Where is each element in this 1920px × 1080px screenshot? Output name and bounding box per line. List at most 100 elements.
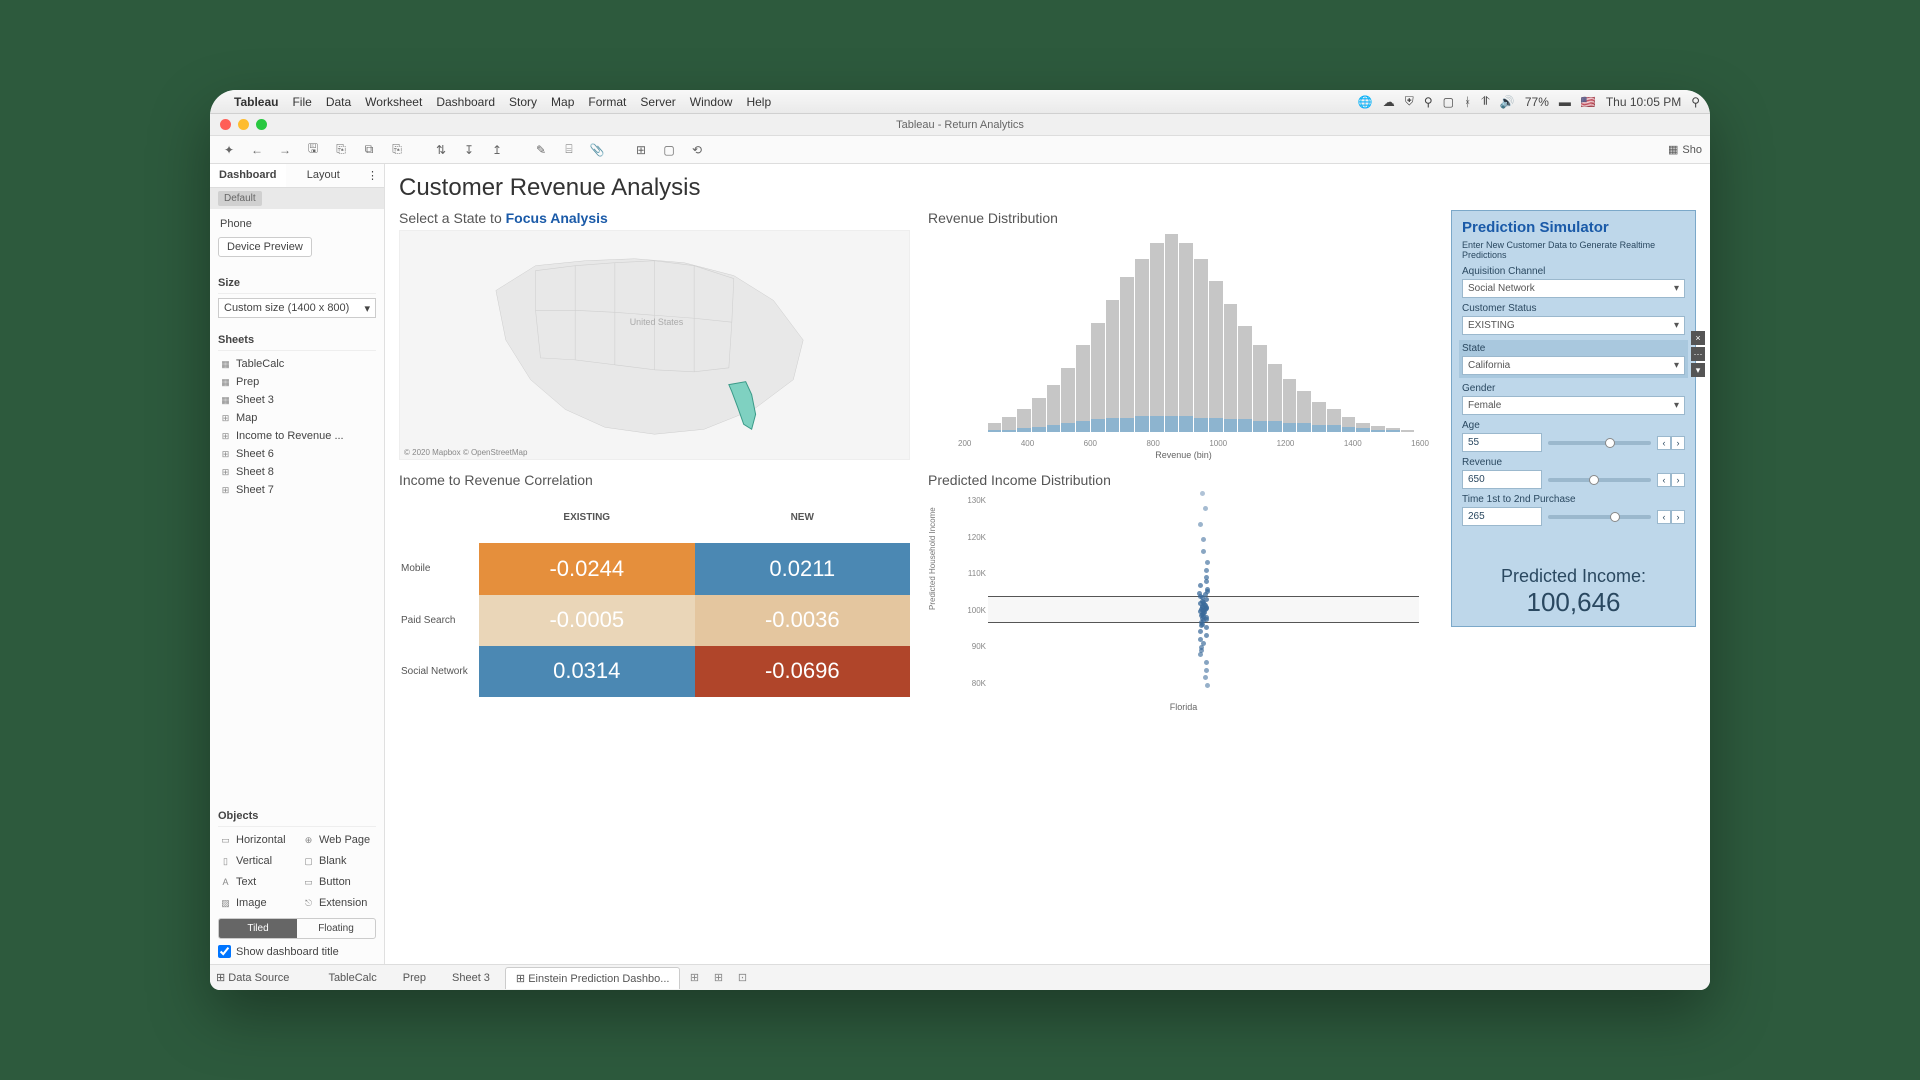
sheet-tab-active[interactable]: ⊞ Einstein Prediction Dashbo... (505, 967, 681, 989)
flag-icon[interactable]: 🇺🇸 (1581, 95, 1596, 109)
correlation-heatmap[interactable]: EXISTINGNEWMobile-0.02440.0211Paid Searc… (399, 492, 910, 697)
sidebar-tab-dashboard[interactable]: Dashboard (210, 164, 286, 187)
panel-close-icon[interactable]: × (1691, 331, 1705, 345)
app-name[interactable]: Tableau (234, 95, 278, 109)
sheet-item[interactable]: ⊞Sheet 7 (218, 481, 376, 499)
size-select[interactable]: Custom size (1400 x 800) ▾ (218, 298, 376, 318)
menu-worksheet[interactable]: Worksheet (365, 95, 422, 109)
sheet-item[interactable]: ▦Sheet 3 (218, 391, 376, 409)
layout-tiled-toggle[interactable]: Tiled (219, 919, 297, 938)
device-preview-button[interactable]: Device Preview (218, 237, 312, 257)
panel-options-icon[interactable]: ⋯ (1691, 347, 1705, 361)
refresh-button[interactable]: ⟲ (686, 140, 708, 160)
menu-map[interactable]: Map (551, 95, 574, 109)
panel-dropdown-icon[interactable]: ▾ (1691, 363, 1705, 377)
sheet-item[interactable]: ⊞Income to Revenue ... (218, 427, 376, 445)
menu-file[interactable]: File (292, 95, 311, 109)
age-decrement[interactable]: ‹ (1657, 436, 1671, 450)
new-dashboard-icon[interactable]: ⊞ (708, 969, 728, 987)
display-icon[interactable]: ▢ (1443, 95, 1454, 109)
volume-icon[interactable]: 🔊 (1500, 95, 1515, 109)
device-phone[interactable]: Phone (218, 215, 376, 233)
sheet-tab[interactable]: Sheet 3 (441, 967, 501, 988)
time-increment[interactable]: › (1671, 510, 1685, 524)
back-button[interactable]: ← (246, 140, 268, 160)
menu-dashboard[interactable]: Dashboard (436, 95, 495, 109)
menu-data[interactable]: Data (326, 95, 351, 109)
object-image[interactable]: ▨Image (218, 894, 293, 912)
age-increment[interactable]: › (1671, 436, 1685, 450)
group-button[interactable]: ⌸ (558, 140, 580, 160)
object-button[interactable]: ▭Button (301, 873, 376, 891)
new-sheet-button[interactable]: ⧉ (358, 140, 380, 160)
new-worksheet-icon[interactable]: ⊞ (684, 969, 704, 987)
sheet-item[interactable]: ⊞Sheet 6 (218, 445, 376, 463)
time-input[interactable]: 265 (1462, 507, 1542, 526)
revenue-increment[interactable]: › (1671, 473, 1685, 487)
sort-desc-button[interactable]: ↥ (486, 140, 508, 160)
layout-floating-toggle[interactable]: Floating (297, 919, 375, 938)
zoom-window-button[interactable] (256, 119, 267, 130)
object-extension[interactable]: ⎋Extension (301, 894, 376, 912)
tableau-logo-icon[interactable]: ✦ (218, 140, 240, 160)
duplicate-button[interactable]: ⎘ (386, 140, 408, 160)
new-story-icon[interactable]: ⊡ (732, 969, 752, 987)
object-blank[interactable]: ▢Blank (301, 852, 376, 870)
menu-window[interactable]: Window (690, 95, 733, 109)
attach-button[interactable]: 📎 (586, 140, 608, 160)
cloud-icon[interactable]: ☁ (1383, 95, 1395, 109)
object-webpage[interactable]: ⊕Web Page (301, 831, 376, 849)
show-title-checkbox[interactable]: Show dashboard title (218, 945, 376, 958)
swap-button[interactable]: ⇅ (430, 140, 452, 160)
menu-server[interactable]: Server (640, 95, 675, 109)
clock[interactable]: Thu 10:05 PM (1606, 95, 1681, 109)
customer-status-select[interactable]: EXISTING▾ (1462, 316, 1685, 335)
state-select[interactable]: California▾ (1462, 356, 1685, 375)
close-window-button[interactable] (220, 119, 231, 130)
income-scatter[interactable]: Predicted Household Income 130K 120K 110… (928, 492, 1439, 712)
gender-select[interactable]: Female▾ (1462, 396, 1685, 415)
sidebar-tab-layout[interactable]: Layout (286, 164, 362, 187)
shield-icon[interactable]: ⛨ (1405, 94, 1414, 109)
sheet-item[interactable]: ⊞Sheet 8 (218, 463, 376, 481)
object-horizontal[interactable]: ▭Horizontal (218, 831, 293, 849)
time-decrement[interactable]: ‹ (1657, 510, 1671, 524)
menu-help[interactable]: Help (746, 95, 771, 109)
sheet-item[interactable]: ▦Prep (218, 373, 376, 391)
object-text[interactable]: AText (218, 873, 293, 891)
new-data-button[interactable]: ⎘ (330, 140, 352, 160)
sheet-item[interactable]: ⊞Map (218, 409, 376, 427)
age-slider[interactable] (1548, 441, 1651, 445)
object-vertical[interactable]: ▯Vertical (218, 852, 293, 870)
data-source-tab[interactable]: ⊞ Data Source (216, 971, 289, 984)
highlight-button[interactable]: ✎ (530, 140, 552, 160)
menu-format[interactable]: Format (588, 95, 626, 109)
acquisition-channel-select[interactable]: Social Network▾ (1462, 279, 1685, 298)
device-default[interactable]: Default (218, 191, 262, 206)
revenue-decrement[interactable]: ‹ (1657, 473, 1671, 487)
time-slider[interactable] (1548, 515, 1651, 519)
sheet-tab[interactable]: TableCalc (317, 967, 387, 988)
sidebar-tab-more-icon[interactable]: ⋮ (361, 164, 384, 187)
revenue-slider[interactable] (1548, 478, 1651, 482)
forward-button[interactable]: → (274, 140, 296, 160)
sheet-item[interactable]: ▦TableCalc (218, 355, 376, 373)
revenue-histogram[interactable]: 200 400 600 800 1000 1200 1400 1600 Reve… (928, 230, 1439, 460)
save-button[interactable]: 🖫 (302, 140, 324, 160)
wifi-icon[interactable]: ⥣ (1481, 94, 1490, 109)
us-map[interactable]: United States © 2020 Mapbox © OpenStreet… (399, 230, 910, 460)
spotlight-icon[interactable]: ⚲ (1691, 95, 1700, 109)
age-input[interactable]: 55 (1462, 433, 1542, 452)
search-sys-icon[interactable]: ⚲ (1424, 95, 1433, 109)
window-titlebar: Tableau - Return Analytics (210, 114, 1710, 136)
fit-button[interactable]: ⊞ (630, 140, 652, 160)
show-me-button[interactable]: ▦Sho (1668, 143, 1702, 156)
bluetooth-icon[interactable]: ᚼ (1464, 95, 1471, 109)
minimize-window-button[interactable] (238, 119, 249, 130)
present-button[interactable]: ▢ (658, 140, 680, 160)
revenue-input[interactable]: 650 (1462, 470, 1542, 489)
sheet-tab[interactable]: Prep (392, 967, 437, 988)
globe-icon[interactable]: 🌐 (1358, 95, 1373, 109)
sort-asc-button[interactable]: ↧ (458, 140, 480, 160)
menu-story[interactable]: Story (509, 95, 537, 109)
